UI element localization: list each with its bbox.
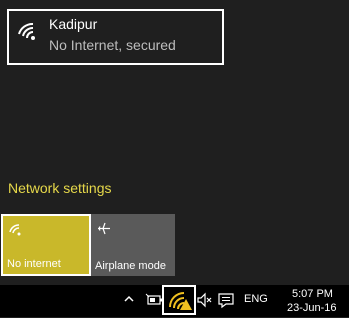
wifi-icon — [9, 224, 21, 236]
airplane-tile-label: Airplane mode — [95, 260, 166, 272]
network-name: Kadipur — [49, 16, 98, 32]
network-item-kadipur[interactable]: Kadipur No Internet, secured — [7, 9, 224, 65]
chevron-up-icon[interactable] — [123, 293, 135, 305]
network-flyout: Kadipur No Internet, secured Network set… — [0, 0, 349, 285]
taskbar: ENG 5:07 PM 23-Jun-16 — [0, 285, 349, 317]
wifi-icon — [18, 23, 35, 40]
airplane-mode-tile[interactable]: Airplane mode — [91, 214, 175, 276]
action-center-icon[interactable] — [217, 291, 235, 309]
network-tray-button[interactable] — [162, 285, 196, 315]
network-status: No Internet, secured — [49, 37, 176, 53]
network-settings-link[interactable]: Network settings — [8, 180, 111, 196]
wifi-tile-label: No internet — [7, 258, 61, 270]
language-indicator[interactable]: ENG — [244, 293, 268, 305]
wifi-warning-icon — [169, 292, 192, 310]
airplane-icon — [98, 222, 110, 235]
volume-muted-icon[interactable] — [196, 292, 212, 308]
clock-date[interactable]: 23-Jun-16 — [287, 302, 337, 314]
clock-time[interactable]: 5:07 PM — [292, 288, 333, 300]
wifi-tile[interactable]: No internet — [1, 214, 91, 276]
